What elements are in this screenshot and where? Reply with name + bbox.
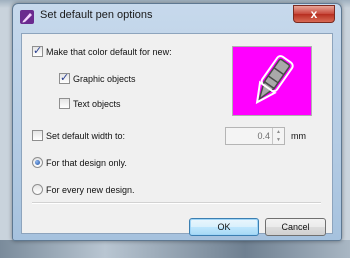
text-objects-checkbox[interactable] — [59, 98, 70, 109]
scope-every-radio[interactable] — [32, 184, 43, 195]
spin-down-icon[interactable]: ▼ — [273, 136, 284, 144]
color-preview — [232, 46, 312, 116]
desktop-background-bottom — [0, 240, 350, 258]
scope-every-label: For every new design. — [46, 184, 135, 195]
cancel-button[interactable]: Cancel — [265, 218, 326, 236]
close-button[interactable]: x — [293, 5, 335, 23]
scope-every-row[interactable]: For every new design. — [32, 184, 135, 195]
dialog-title: Set default pen options — [40, 9, 153, 21]
scope-this-label: For that design only. — [46, 157, 127, 168]
width-value: 0.4 — [257, 131, 270, 141]
make-default-label: Make that color default for new: — [46, 46, 172, 57]
width-spinner[interactable]: 0.4 ▲ ▼ — [225, 127, 285, 145]
scope-this-radio[interactable] — [32, 157, 43, 168]
graphic-objects-label: Graphic objects — [73, 73, 136, 84]
make-default-checkbox[interactable] — [32, 44, 43, 57]
title-bar[interactable]: Set default pen options x — [13, 4, 341, 30]
spinner-buttons: ▲ ▼ — [272, 128, 284, 144]
width-unit-label: mm — [291, 131, 306, 141]
close-icon: x — [310, 7, 318, 21]
make-default-row[interactable]: Make that color default for new: — [32, 44, 172, 57]
graphic-objects-row[interactable]: Graphic objects — [59, 71, 136, 84]
ok-button[interactable]: OK — [189, 218, 259, 236]
spin-up-icon[interactable]: ▲ — [273, 128, 284, 136]
default-width-checkbox[interactable] — [32, 130, 43, 141]
pen-app-icon — [20, 10, 34, 24]
text-objects-label: Text objects — [73, 98, 121, 109]
default-width-label: Set default width to: — [46, 130, 126, 141]
dialog-body: Make that color default for new: Graphic… — [21, 33, 333, 236]
graphic-objects-checkbox[interactable] — [59, 71, 70, 84]
default-width-row[interactable]: Set default width to: — [32, 130, 125, 141]
scope-this-row[interactable]: For that design only. — [32, 157, 127, 168]
pen-icon — [255, 55, 294, 105]
divider — [32, 202, 321, 204]
dialog-window: Set default pen options x Make that colo… — [12, 3, 342, 241]
text-objects-row[interactable]: Text objects — [59, 98, 121, 109]
